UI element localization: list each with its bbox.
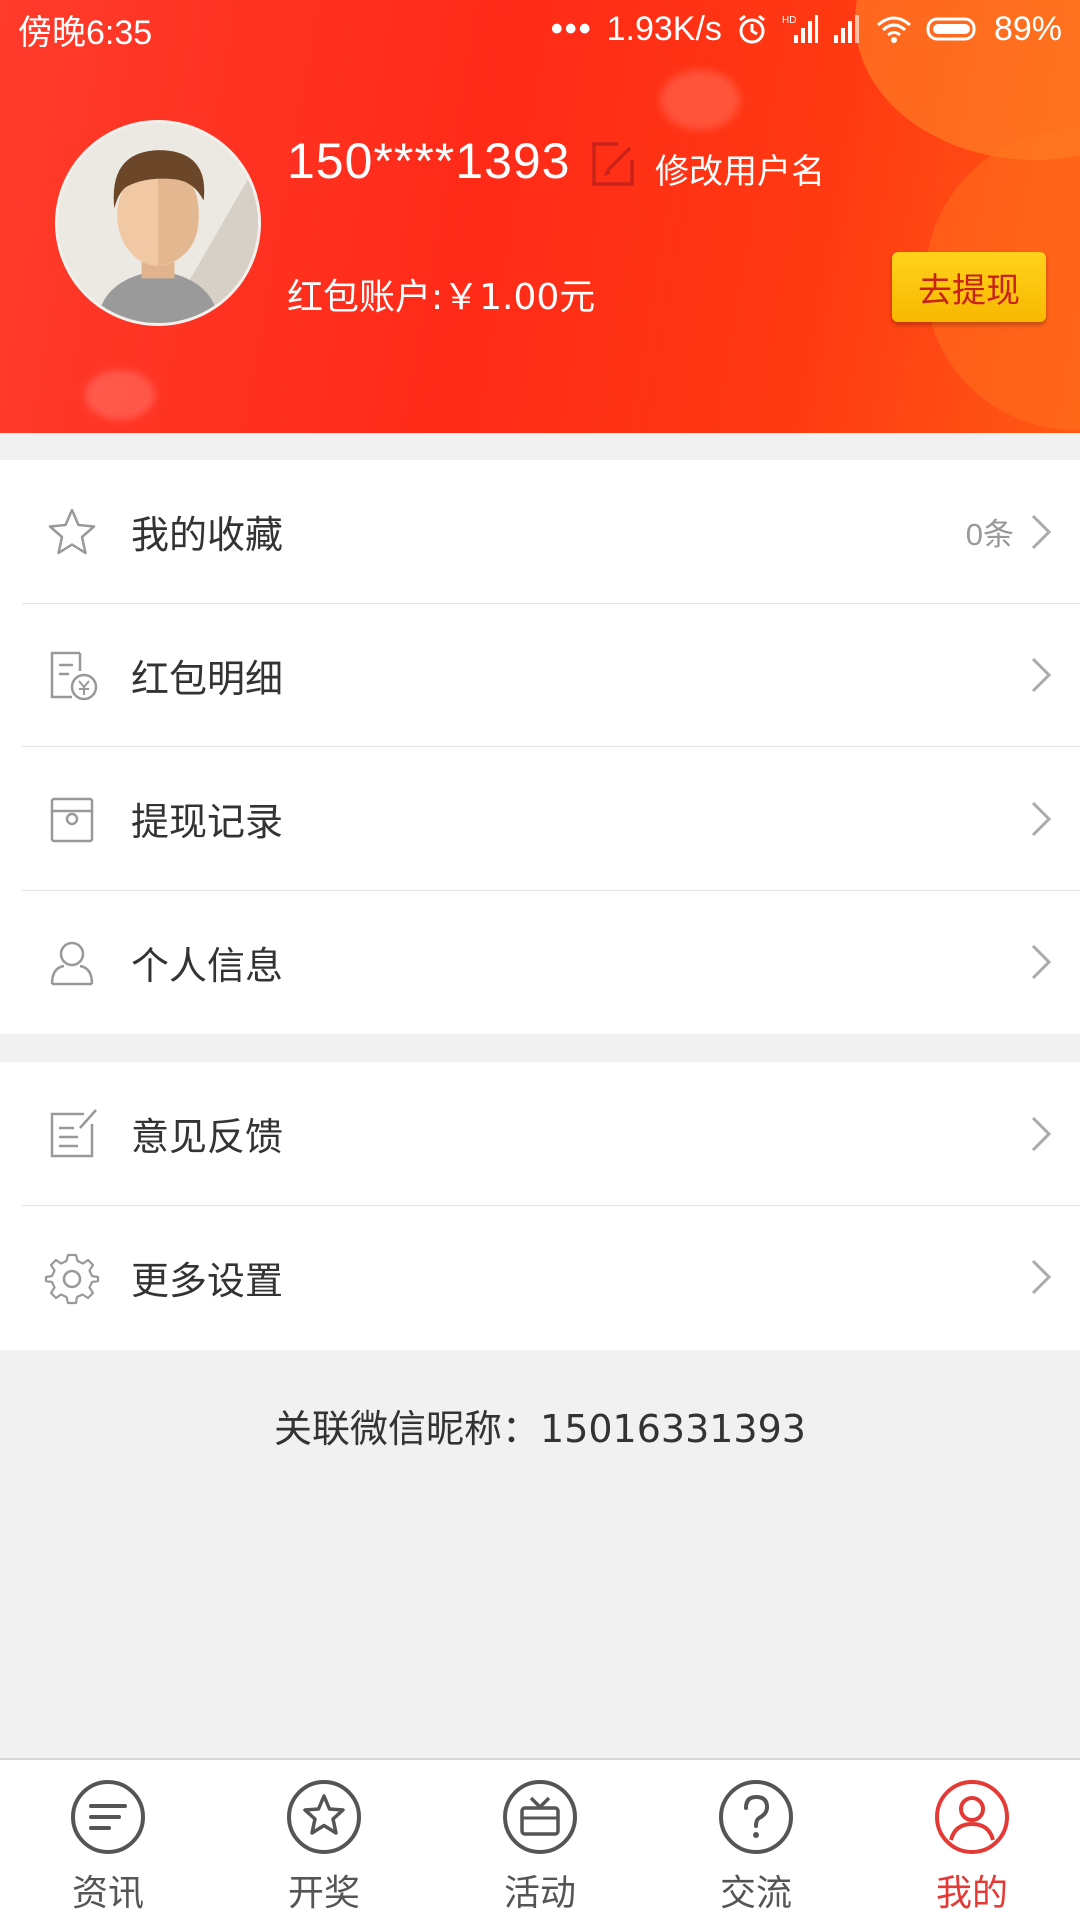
menu-item-red-packet-detail[interactable]: 红包明细 <box>0 604 1080 748</box>
wechat-nickname: 关联微信昵称：15016331393 <box>274 1407 806 1451</box>
withdraw-button[interactable]: 去提现 <box>892 252 1046 322</box>
alarm-icon <box>739 14 765 44</box>
status-time: 傍晚6:35 <box>18 13 153 52</box>
menu-item-more-settings[interactable]: 更多设置 <box>0 1206 1080 1350</box>
menu-item-feedback[interactable]: 意见反馈 <box>0 1062 1080 1206</box>
signal-hd-icon: HD <box>782 15 818 43</box>
menu-item-label: 红包明细 <box>131 656 284 701</box>
news-icon <box>71 1780 145 1854</box>
tab-label: 开奖 <box>287 1873 360 1914</box>
status-bar: 傍晚6:35 ••• 1.93K/s HD 89% <box>0 0 1080 58</box>
svg-text:HD: HD <box>782 15 796 26</box>
avatar-person-icon <box>96 150 258 323</box>
tab-activity[interactable]: 活动 <box>432 1760 648 1920</box>
chevron-right-icon <box>1031 1260 1052 1295</box>
gear-icon <box>44 1254 100 1305</box>
decor-bubble <box>85 370 155 420</box>
lottery-star-icon <box>287 1780 361 1854</box>
menu-item-favorites[interactable]: 我的收藏 0条 <box>0 460 1080 604</box>
chevron-right-icon <box>1031 801 1052 836</box>
feedback-icon <box>50 1108 97 1157</box>
tab-news[interactable]: 资讯 <box>0 1760 216 1920</box>
profile-icon <box>935 1780 1009 1854</box>
favorites-count: 0条 <box>965 517 1014 553</box>
red-packet-detail-icon <box>50 652 98 701</box>
more-notifications-icon: ••• <box>550 9 593 48</box>
username: 150****1393 <box>287 133 571 189</box>
avatar[interactable] <box>55 120 261 326</box>
activity-tv-icon <box>503 1780 577 1854</box>
menu-group-settings: 意见反馈 更多设置 <box>0 1062 1080 1350</box>
menu-item-label: 我的收藏 <box>131 513 284 558</box>
network-speed: 1.93K/s <box>606 9 722 48</box>
battery-level: 89% <box>993 9 1062 48</box>
withdraw-record-icon <box>50 797 94 842</box>
battery-icon <box>926 17 976 41</box>
menu-item-label: 提现记录 <box>131 800 284 845</box>
chevron-right-icon <box>1031 945 1052 980</box>
bottom-tab-bar: 资讯 开奖 活动 交流 我的 <box>0 1758 1080 1920</box>
menu-item-label: 个人信息 <box>131 943 284 988</box>
edit-username-link[interactable]: 修改用户名 <box>655 144 825 193</box>
menu-item-label: 意见反馈 <box>131 1115 284 1160</box>
tab-profile[interactable]: 我的 <box>864 1760 1080 1920</box>
red-packet-balance: 红包账户:￥1.00元 <box>287 277 596 318</box>
tab-label: 资讯 <box>71 1873 144 1914</box>
star-icon <box>48 508 96 554</box>
signal-icon <box>833 15 859 43</box>
chevron-right-icon <box>1031 1116 1052 1151</box>
tab-label: 活动 <box>503 1873 576 1914</box>
edit-icon[interactable] <box>588 140 636 188</box>
decor-bubble <box>660 70 740 130</box>
wifi-icon <box>876 16 911 43</box>
menu-item-withdraw-records[interactable]: 提现记录 <box>0 747 1080 891</box>
tab-label: 交流 <box>719 1873 792 1914</box>
menu-item-personal-info[interactable]: 个人信息 <box>0 891 1080 1035</box>
menu-group-account: 我的收藏 0条 红包明细 提现记录 个人信息 <box>0 460 1080 1034</box>
chevron-right-icon <box>1031 658 1052 693</box>
chevron-right-icon <box>1031 514 1052 549</box>
tab-community[interactable]: 交流 <box>648 1760 864 1920</box>
tab-label: 我的 <box>935 1873 1008 1914</box>
person-icon <box>50 942 94 986</box>
menu-item-label: 更多设置 <box>131 1258 284 1303</box>
profile-header: 傍晚6:35 ••• 1.93K/s HD 89% 150****1393 修改… <box>0 0 1080 433</box>
question-icon <box>719 1780 793 1854</box>
tab-lottery[interactable]: 开奖 <box>216 1760 432 1920</box>
